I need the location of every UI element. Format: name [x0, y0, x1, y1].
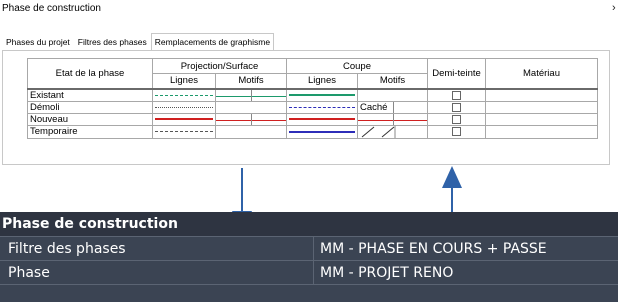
arrow-down-shaft [241, 168, 243, 214]
material-cell[interactable] [485, 124, 598, 139]
header-demi-teinte[interactable]: Demi-teinte [427, 58, 486, 89]
halftone-checkbox[interactable] [452, 114, 461, 124]
table-row[interactable]: Existant [27, 87, 598, 102]
material-cell[interactable] [485, 87, 598, 102]
motif-divider [251, 90, 252, 101]
arrow-up-shaft [451, 186, 453, 214]
line-sample [155, 106, 213, 108]
property-divider [313, 261, 314, 285]
proj-lines-cell[interactable] [152, 112, 216, 126]
property-label: Phase [8, 265, 50, 281]
coupe-lines-cell[interactable] [286, 87, 358, 102]
coupe-lines-cell[interactable] [286, 100, 358, 114]
coupe-motif-value: Caché [360, 101, 388, 113]
arrow-up-icon [442, 166, 462, 188]
coupe-motif-cell[interactable] [357, 87, 428, 102]
halftone-checkbox[interactable] [452, 102, 461, 112]
header-etat-de-la-phase[interactable]: Etat de la phase [27, 58, 153, 89]
header-projection-surface[interactable]: Projection/Surface [152, 58, 287, 74]
proj-motif-cell[interactable] [215, 100, 287, 114]
coupe-lines-cell[interactable] [286, 124, 358, 139]
halftone-cell[interactable] [427, 112, 486, 126]
line-sample [155, 131, 213, 132]
halftone-cell[interactable] [427, 87, 486, 102]
halftone-checkbox[interactable] [452, 127, 461, 136]
material-cell[interactable] [485, 100, 598, 114]
coupe-lines-cell[interactable] [286, 112, 358, 126]
phase-name[interactable]: Nouveau [27, 112, 153, 126]
line-sample [155, 118, 213, 120]
motif-divider [251, 114, 252, 124]
hatch-pattern-icon [361, 126, 396, 137]
properties-panel: Phase de construction Filtre des phases … [0, 212, 618, 302]
halftone-cell[interactable] [427, 124, 486, 139]
line-sample [289, 94, 355, 96]
table-row[interactable]: Nouveau [27, 112, 598, 126]
proj-lines-cell[interactable] [152, 87, 216, 102]
header-coupe[interactable]: Coupe [286, 58, 428, 74]
tab-remplacements-de-graphisme[interactable]: Remplacements de graphisme [150, 33, 275, 50]
line-sample [289, 130, 355, 133]
property-row-empty [0, 284, 618, 302]
property-value-dropdown[interactable]: MM - PROJET RENO [320, 265, 453, 281]
motif-divider [393, 114, 394, 124]
halftone-cell[interactable] [427, 100, 486, 114]
halftone-checkbox[interactable] [452, 90, 461, 100]
property-label: Filtre des phases [8, 241, 126, 257]
material-cell[interactable] [485, 112, 598, 126]
properties-header[interactable]: Phase de construction [0, 212, 618, 236]
property-value-dropdown[interactable]: MM - PHASE EN COURS + PASSE [320, 241, 547, 257]
tab-phases-du-projet[interactable]: Phases du projet [2, 33, 74, 50]
proj-lines-cell[interactable] [152, 124, 216, 139]
tab-bar: Phases du projet Filtres des phases Remp… [2, 33, 275, 50]
dialog-title: Phase de construction [2, 3, 101, 14]
header-proj-motifs[interactable]: Motifs [215, 73, 287, 89]
close-icon[interactable]: › [612, 2, 616, 14]
phase-name[interactable]: Existant [27, 87, 153, 102]
property-row-phase[interactable]: Phase MM - PROJET RENO [0, 260, 618, 285]
motif-divider [393, 102, 394, 112]
table-row[interactable]: Démoli Caché [27, 100, 598, 114]
proj-lines-cell[interactable] [152, 100, 216, 114]
property-divider [313, 237, 314, 261]
table-row[interactable]: Temporaire [27, 124, 598, 139]
coupe-motif-cell[interactable]: Caché [357, 100, 428, 114]
coupe-motif-cell[interactable] [357, 124, 428, 139]
tab-filtres-des-phases[interactable]: Filtres des phases [74, 33, 151, 50]
line-sample [289, 106, 355, 108]
header-coupe-motifs[interactable]: Motifs [357, 73, 428, 89]
phase-overrides-table: Etat de la phase Projection/Surface Coup… [27, 58, 598, 139]
proj-motif-cell[interactable] [215, 112, 287, 126]
line-sample [289, 118, 355, 120]
header-proj-lignes[interactable]: Lignes [152, 73, 216, 89]
line-sample [155, 94, 213, 96]
coupe-motif-cell[interactable] [357, 112, 428, 126]
phase-name[interactable]: Démoli [27, 100, 153, 114]
header-materiau[interactable]: Matériau [485, 58, 598, 89]
proj-motif-cell[interactable] [215, 87, 287, 102]
phase-name[interactable]: Temporaire [27, 124, 153, 139]
proj-motif-cell[interactable] [215, 124, 287, 139]
property-row-filtre-des-phases[interactable]: Filtre des phases MM - PHASE EN COURS + … [0, 236, 618, 261]
header-coupe-lignes[interactable]: Lignes [286, 73, 358, 89]
